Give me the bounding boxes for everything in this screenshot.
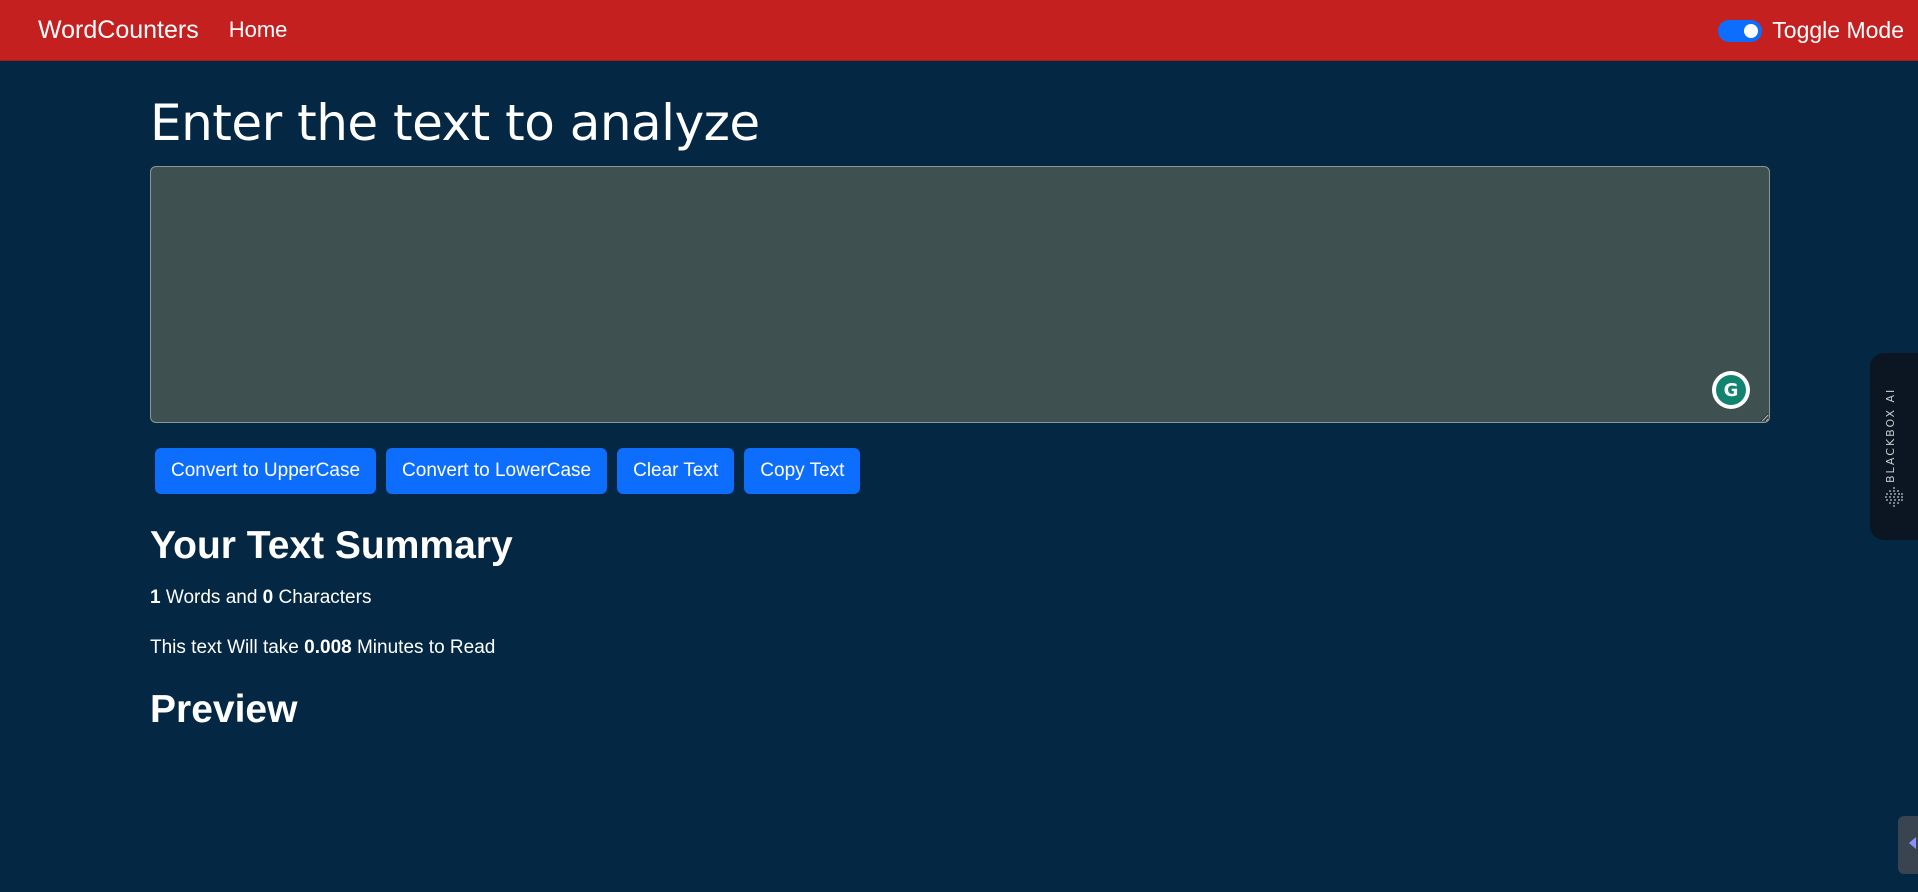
read-suffix: Minutes to Read bbox=[356, 637, 496, 658]
blackbox-ai-tab[interactable]: BLACKBOX AI bbox=[1870, 353, 1918, 540]
grammarly-icon[interactable]: G bbox=[1712, 371, 1750, 409]
main-container: Enter the text to analyze G Convert to U… bbox=[150, 92, 1770, 783]
preview-title: Preview bbox=[150, 688, 298, 731]
copy-text-button[interactable]: Copy Text bbox=[744, 448, 861, 494]
blackbox-label: BLACKBOX AI bbox=[1884, 387, 1897, 483]
read-prefix: This text Will take bbox=[150, 637, 299, 658]
preview-text bbox=[150, 744, 1770, 764]
grammarly-g-icon: G bbox=[1716, 375, 1746, 405]
textarea-wrapper: G bbox=[150, 166, 1770, 423]
chevron-left-icon bbox=[1909, 837, 1916, 849]
read-minutes: 0.008 bbox=[304, 637, 352, 658]
word-count: 1 bbox=[150, 587, 161, 608]
text-input[interactable] bbox=[150, 166, 1770, 423]
characters-text: Characters bbox=[278, 587, 372, 608]
words-and-text: Words and bbox=[165, 587, 258, 608]
blackbox-dots-icon bbox=[1885, 487, 1903, 507]
uppercase-button[interactable]: Convert to UpperCase bbox=[155, 448, 377, 494]
clear-text-button[interactable]: Clear Text bbox=[617, 448, 735, 494]
toggle-mode: Toggle Mode bbox=[1718, 0, 1904, 61]
toggle-mode-label[interactable]: Toggle Mode bbox=[1772, 17, 1904, 44]
side-panel-tab[interactable] bbox=[1898, 816, 1918, 874]
brand-link[interactable]: WordCounters bbox=[38, 16, 199, 45]
toggle-mode-switch[interactable] bbox=[1718, 19, 1763, 42]
navbar: WordCounters Home Toggle Mode bbox=[0, 0, 1918, 61]
read-time: This text Will take 0.008 Minutes to Rea… bbox=[150, 636, 1770, 660]
action-buttons: Convert to UpperCase Convert to LowerCas… bbox=[150, 448, 1770, 494]
lowercase-button[interactable]: Convert to LowerCase bbox=[386, 448, 608, 494]
switch-knob bbox=[1744, 23, 1759, 38]
summary-title: Your Text Summary bbox=[150, 524, 513, 567]
word-char-stats: 1 Words and 0 Characters bbox=[150, 586, 1770, 610]
page-title: Enter the text to analyze bbox=[150, 94, 760, 152]
char-count: 0 bbox=[262, 587, 274, 608]
nav-link-home[interactable]: Home bbox=[229, 17, 288, 43]
